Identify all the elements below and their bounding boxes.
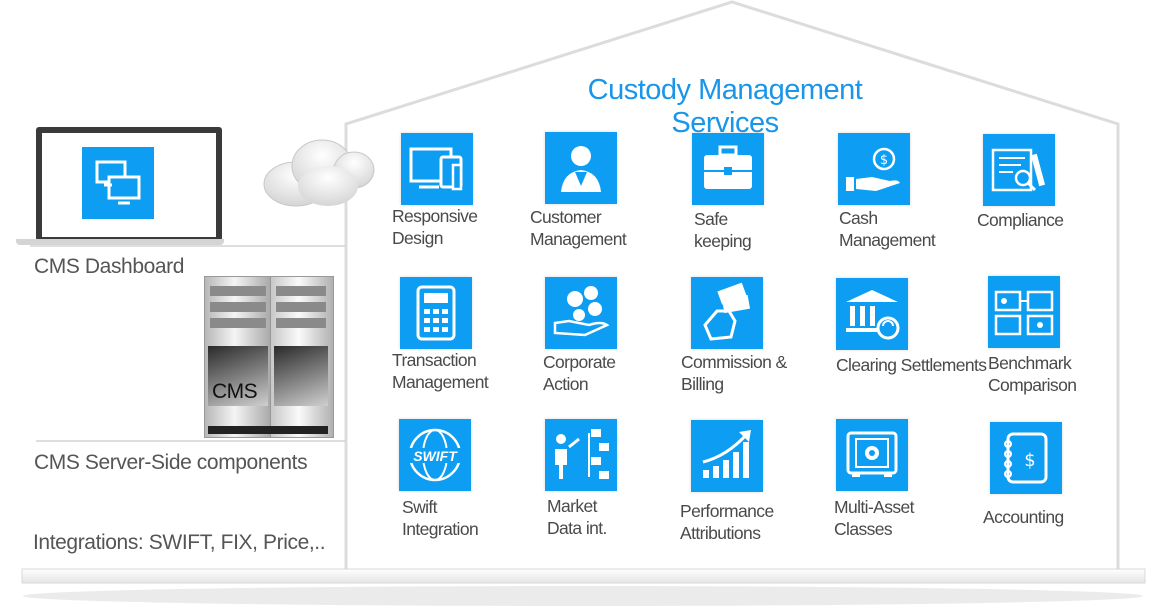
service-label: Transaction Management (392, 350, 489, 392)
swift-text: SWIFT (413, 448, 458, 464)
service-label: Cash Management (839, 208, 936, 250)
service-label: Swift Integration (402, 497, 479, 539)
service-label: Benchmark Comparison (988, 353, 1077, 395)
cash-hand-icon: $ (838, 133, 910, 205)
service-label: Corporate Action (543, 352, 616, 394)
service-label: Commission & Billing (681, 352, 787, 394)
page-title: Custody Management Services (587, 74, 863, 139)
customer-icon (545, 132, 617, 204)
swift-icon: SWIFT (399, 419, 471, 491)
svg-text:$: $ (880, 153, 888, 168)
integrations-label: Integrations: SWIFT, FIX, Price,.. (33, 531, 326, 554)
growth-chart-icon (691, 420, 763, 492)
dashboard-label: CMS Dashboard (34, 255, 185, 278)
service-label: Compliance (977, 210, 1064, 230)
benchmark-icon (988, 276, 1060, 348)
vault-icon (836, 419, 908, 491)
bank-icon (836, 278, 908, 350)
service-label: Market Data int. (547, 496, 607, 538)
compliance-icon (983, 134, 1055, 206)
service-label: Performance Attributions (680, 501, 774, 543)
money-hand-icon (691, 277, 763, 349)
server-label: CMS Server-Side components (34, 451, 308, 474)
market-data-icon (545, 419, 617, 491)
accounting-icon: $ (990, 422, 1062, 494)
laptop (16, 127, 224, 249)
service-label: Multi-Asset Classes (834, 497, 915, 539)
service-label: Accounting (983, 507, 1064, 527)
server-rack: CMS (204, 276, 334, 438)
service-label: Clearing Settlements (836, 355, 987, 375)
service-label: Safe keeping (694, 209, 752, 251)
service-label: Responsive Design (392, 206, 478, 248)
briefcase-icon (692, 133, 764, 205)
cloud-icon (263, 139, 375, 207)
service-label: Customer Management (530, 207, 627, 249)
dashboard-screen-icon (82, 147, 154, 219)
responsive-design-icon (401, 133, 473, 205)
calculator-icon (400, 277, 472, 349)
server-box-label: CMS (212, 380, 258, 403)
svg-text:$: $ (1024, 450, 1035, 471)
currency-hand-icon (545, 277, 617, 349)
